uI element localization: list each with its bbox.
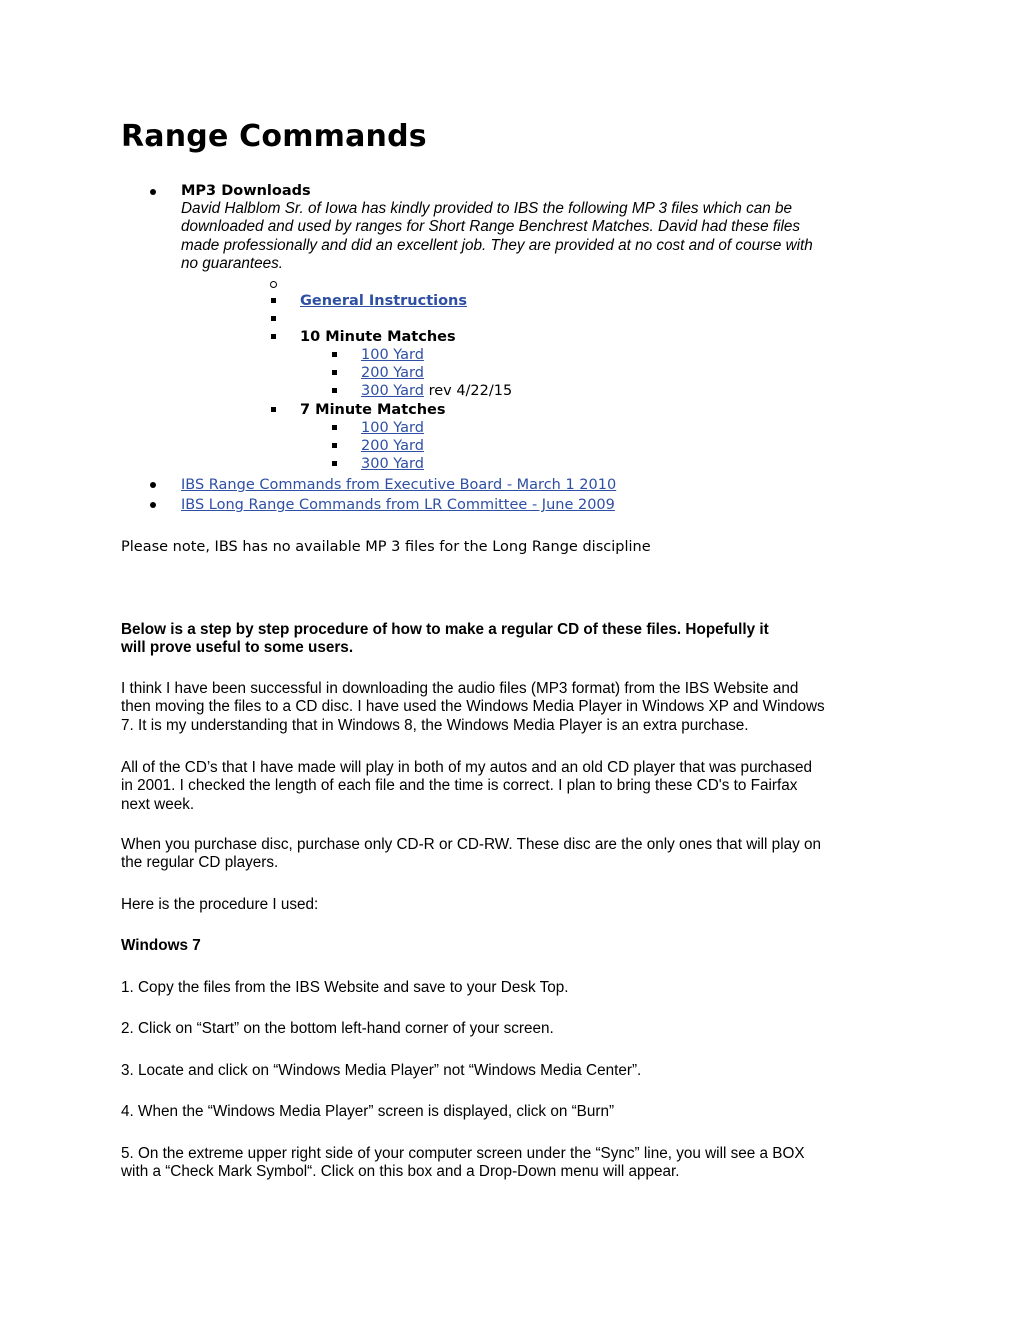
ten-minute-heading: 10 Minute Matches [300,329,456,345]
step-4: 4. When the “Windows Media Player” scree… [121,1103,615,1120]
bullet-square-icon [332,443,337,448]
seven-minute-300-yard-link[interactable]: 300 Yard [361,455,424,473]
bullet-square-icon [332,425,337,430]
ten-minute-300-yard-item: 300 Yard rev 4/22/15 [361,382,512,400]
seven-minute-100-yard-link[interactable]: 100 Yard [361,419,424,437]
paragraph-successful: I think I have been successful in downlo… [121,680,825,734]
paragraph-disc-purchase: When you purchase disc, purchase only CD… [121,836,822,872]
ten-minute-200-yard-link[interactable]: 200 Yard [361,364,424,382]
bullet-circle-icon [270,281,277,288]
bullet-square-icon [271,298,276,303]
step-2: 2. Click on “Start” on the bottom left-h… [121,1020,554,1037]
paragraph-cd-players: All of the CD’s that I have made will pl… [121,759,812,813]
bullet-square-icon [332,352,337,357]
bullet-disc-icon [150,502,156,508]
bullet-square-icon [332,461,337,466]
revision-note: rev 4/22/15 [428,383,513,399]
bullet-disc-icon [150,189,156,195]
seven-minute-heading: 7 Minute Matches [300,402,446,418]
bullet-square-icon [332,388,337,393]
step-1: 1. Copy the files from the IBS Website a… [121,979,569,996]
range-commands-executive-board-link[interactable]: IBS Range Commands from Executive Board … [181,476,616,494]
mp3-description: David Halblom Sr. of Iowa has kindly pro… [181,200,813,272]
seven-minute-200-yard-link[interactable]: 200 Yard [361,437,424,455]
bullet-disc-icon [150,482,156,488]
bullet-square-icon [271,334,276,339]
page-title: Range Commands [121,119,427,154]
long-range-note: Please note, IBS has no available MP 3 f… [121,539,651,555]
bullet-square-icon [271,407,276,412]
step-3: 3. Locate and click on “Windows Media Pl… [121,1062,642,1079]
bullet-square-icon [332,370,337,375]
step-5: 5. On the extreme upper right side of yo… [121,1145,805,1181]
bullet-square-icon [271,316,276,321]
ten-minute-300-yard-link[interactable]: 300 Yard [361,383,424,399]
paragraph-procedure-used: Here is the procedure I used: [121,896,319,913]
procedure-intro: Below is a step by step procedure of how… [121,621,769,657]
mp3-heading: MP3 Downloads [181,183,311,199]
long-range-commands-link[interactable]: IBS Long Range Commands from LR Committe… [181,496,615,514]
windows7-heading: Windows 7 [121,937,201,954]
ten-minute-100-yard-link[interactable]: 100 Yard [361,346,424,364]
general-instructions-link[interactable]: General Instructions [300,292,467,310]
